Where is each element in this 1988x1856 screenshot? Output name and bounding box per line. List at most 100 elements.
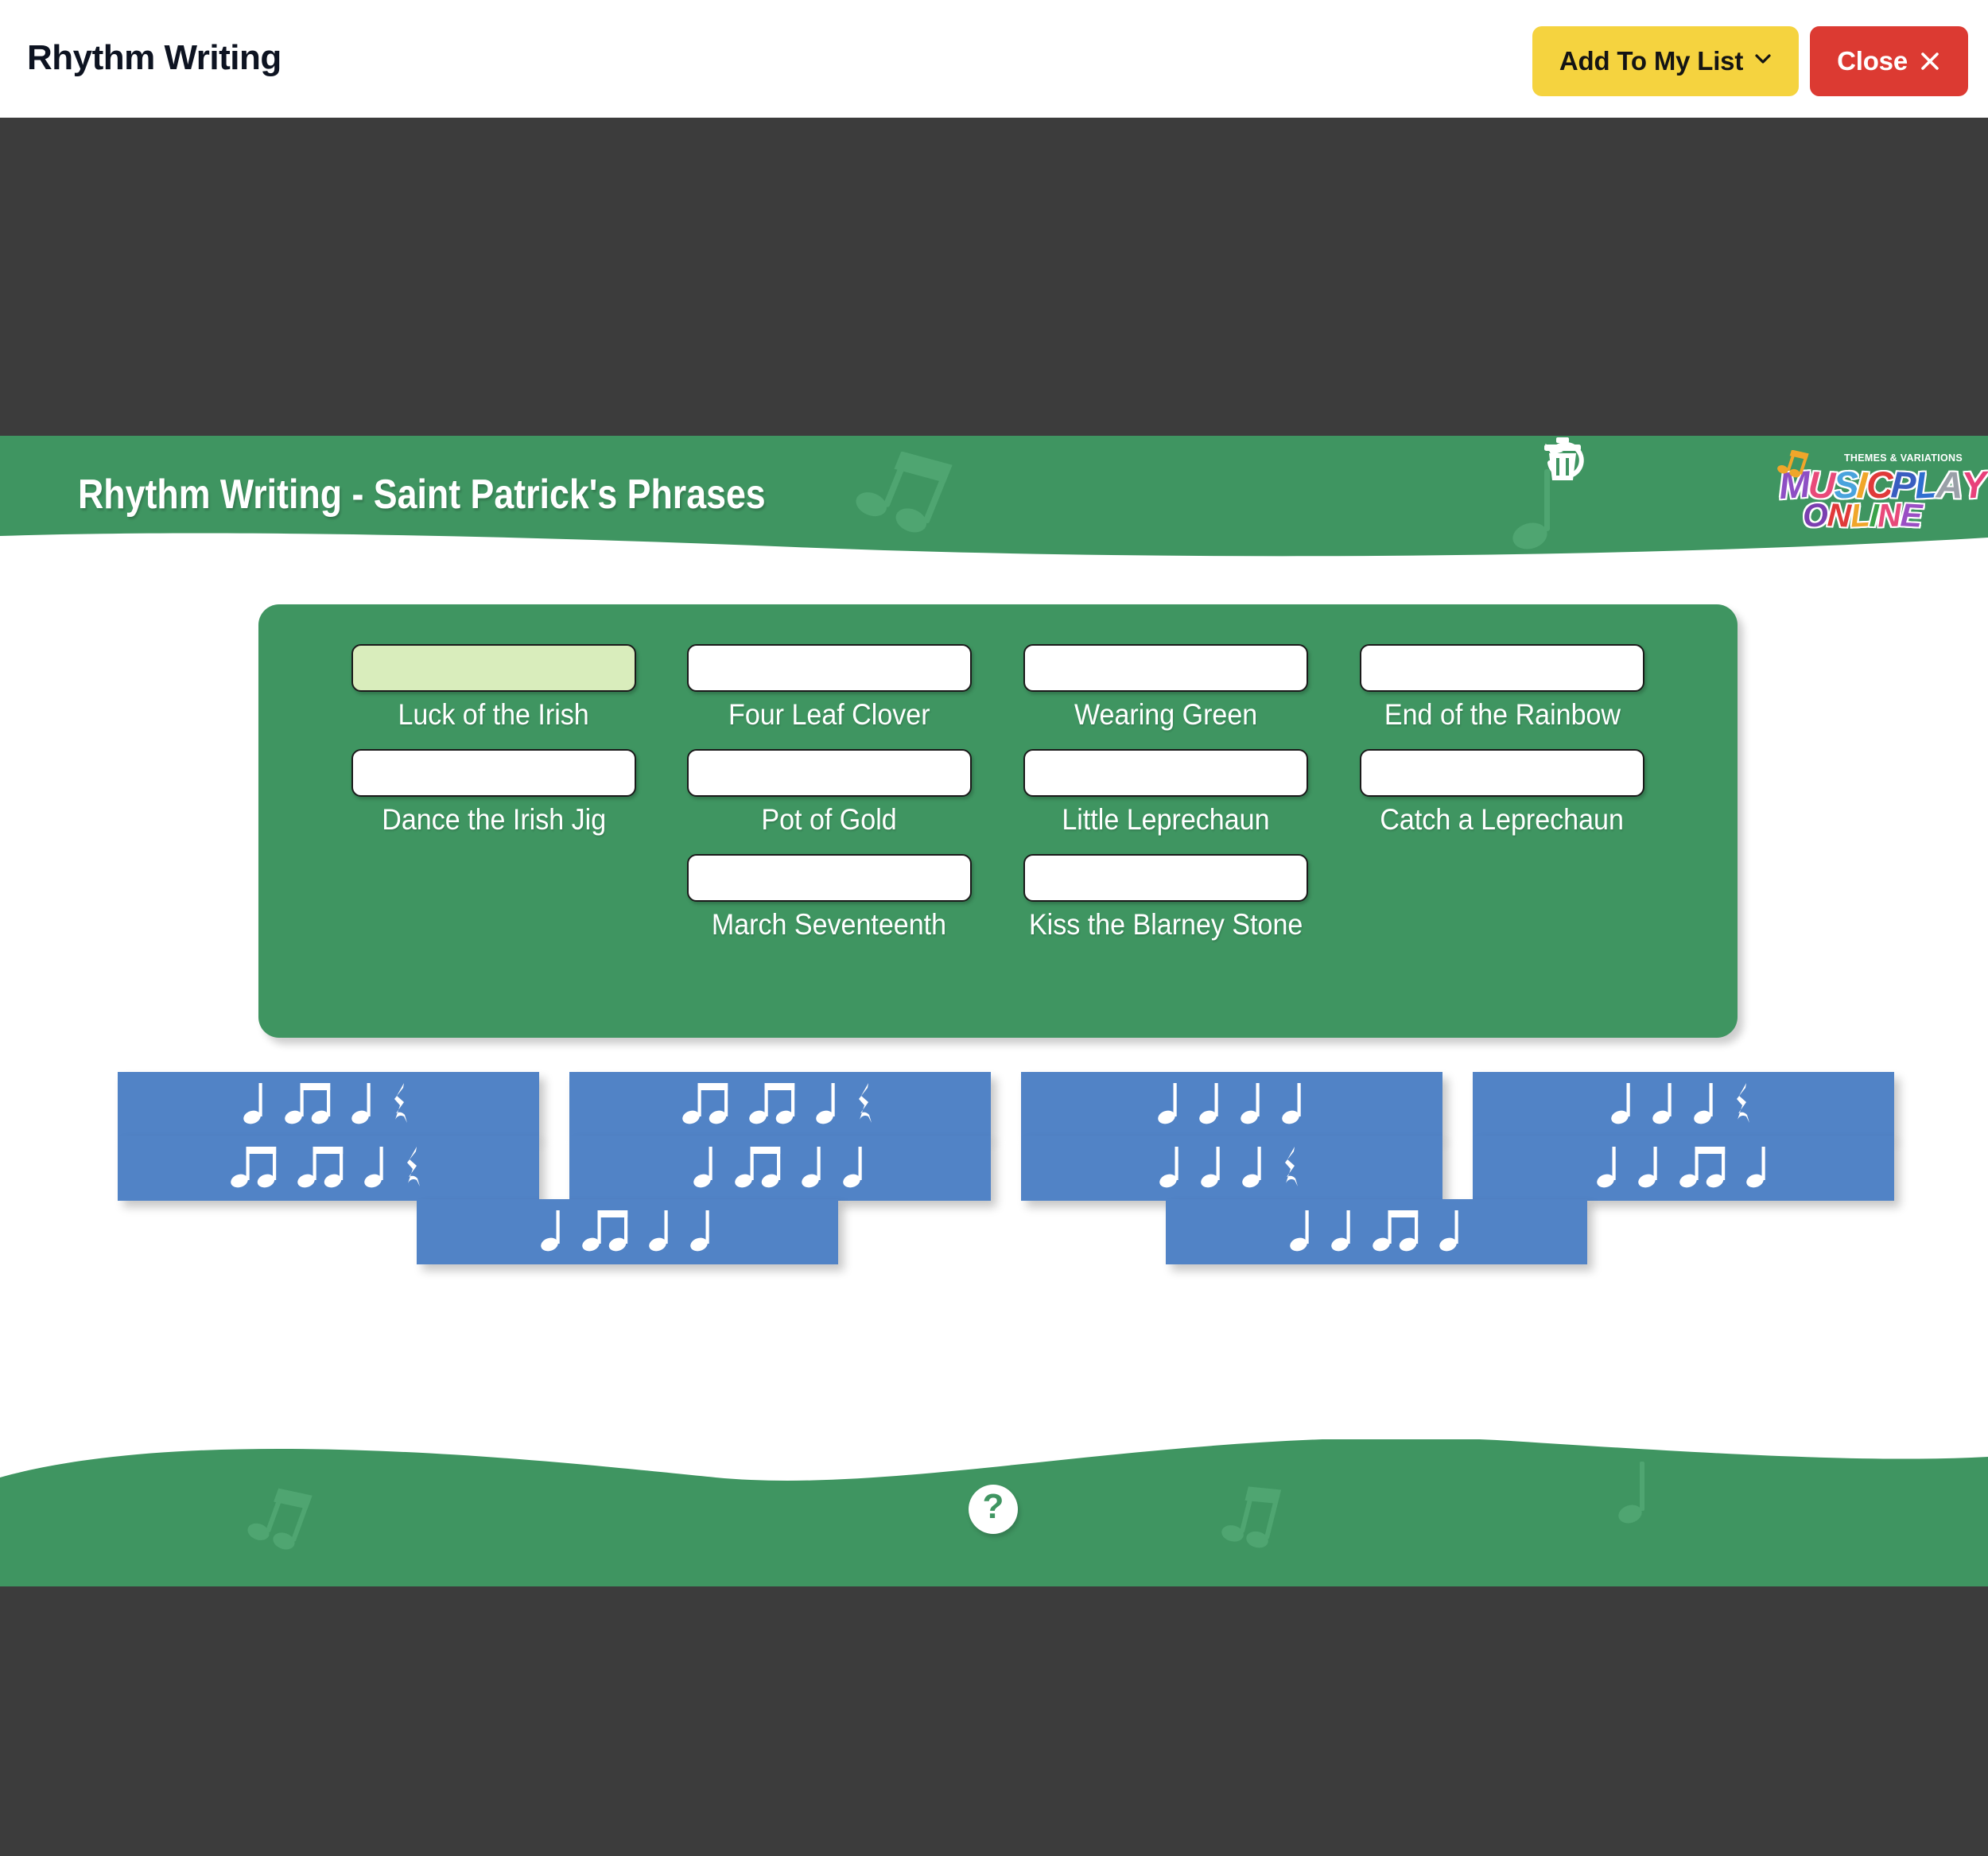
quarter-note-icon xyxy=(1282,1083,1301,1124)
rhythm-tile[interactable] xyxy=(417,1199,838,1264)
quarter-note-icon xyxy=(1159,1147,1178,1188)
rhythm-pattern xyxy=(541,1209,714,1255)
phrase-label: March Seventeenth xyxy=(712,908,947,941)
logo-note-icon xyxy=(1777,450,1809,478)
phrase-cell: Wearing Green xyxy=(1017,644,1314,732)
phrase-cell: March Seventeenth xyxy=(681,854,977,942)
app-root: Rhythm Writing Add To My List Close Rhyt… xyxy=(0,0,1988,1856)
quarter-note-icon xyxy=(802,1147,821,1188)
quarter-note-icon xyxy=(1290,1210,1309,1252)
quarter-note-icon xyxy=(1331,1210,1350,1252)
quarter-note-icon xyxy=(1199,1083,1218,1124)
quarter-note-icon xyxy=(1694,1083,1713,1124)
beamed-eighth-notes-icon xyxy=(285,1083,331,1124)
phrase-answer-box[interactable] xyxy=(1023,854,1308,902)
rhythm-pattern xyxy=(1290,1209,1463,1255)
quarter-note-icon xyxy=(1638,1147,1657,1188)
rhythm-tile[interactable] xyxy=(1166,1199,1587,1264)
beamed-eighth-notes-icon xyxy=(297,1147,344,1188)
close-button[interactable]: Close xyxy=(1810,26,1968,96)
top-bar: Rhythm Writing Add To My List Close xyxy=(0,0,1988,118)
quarter-note-icon xyxy=(1439,1210,1458,1252)
phrase-answer-box[interactable] xyxy=(1360,749,1645,797)
dark-backdrop-bottom xyxy=(0,1586,1988,1856)
phrase-cell: Kiss the Blarney Stone xyxy=(1017,854,1314,942)
rhythm-pattern xyxy=(1597,1145,1770,1191)
quarter-rest-icon xyxy=(1737,1083,1749,1123)
phrase-label: Wearing Green xyxy=(1074,698,1258,731)
activity-stage: Rhythm Writing - Saint Patrick's Phrases xyxy=(0,436,1988,1586)
phrase-cell: Four Leaf Clover xyxy=(681,644,977,732)
delete-button[interactable] xyxy=(1544,437,1749,534)
quarter-note-icon xyxy=(816,1083,835,1124)
phrase-cell: End of the Rainbow xyxy=(1354,644,1650,732)
quarter-note-icon xyxy=(1201,1147,1220,1188)
phrase-answer-box[interactable] xyxy=(1023,749,1308,797)
phrase-answer-box[interactable] xyxy=(1023,644,1308,692)
phrase-answer-box[interactable] xyxy=(1360,644,1645,692)
dark-backdrop-top xyxy=(0,118,1988,436)
rhythm-tile[interactable] xyxy=(1473,1072,1894,1137)
quarter-note-icon xyxy=(364,1147,383,1188)
quarter-note-icon xyxy=(1746,1147,1765,1188)
rhythm-tile[interactable] xyxy=(1021,1136,1442,1201)
activity-title: Rhythm Writing - Saint Patrick's Phrases xyxy=(78,472,766,518)
trash-icon xyxy=(1544,437,1581,480)
rhythm-pattern xyxy=(1158,1081,1306,1128)
rhythm-tile[interactable] xyxy=(569,1136,991,1201)
rhythm-tile[interactable] xyxy=(1473,1136,1894,1201)
close-icon xyxy=(1919,50,1941,72)
phrase-answer-box[interactable] xyxy=(686,644,972,692)
phrase-grid: Luck of the Irish Four Leaf Clover Weari… xyxy=(346,644,1650,942)
close-label: Close xyxy=(1837,46,1908,76)
musicplay-online-logo: THEMES & VARIATIONS MUSICPLAY ONLINE xyxy=(1777,450,1986,539)
rhythm-tile[interactable] xyxy=(118,1072,539,1137)
rhythm-tile[interactable] xyxy=(1021,1072,1442,1137)
phrase-cell: Luck of the Irish xyxy=(346,644,642,732)
add-to-my-list-label: Add To My List xyxy=(1559,46,1744,76)
phrase-panel: Luck of the Irish Four Leaf Clover Weari… xyxy=(258,604,1738,1038)
phrase-answer-box[interactable] xyxy=(686,854,972,902)
rhythm-tile[interactable] xyxy=(569,1072,991,1137)
beamed-eighth-notes-icon xyxy=(231,1147,277,1188)
beamed-eighth-notes-icon xyxy=(1679,1147,1726,1188)
phrase-answer-box[interactable] xyxy=(351,749,636,797)
rhythm-tile-tray xyxy=(0,1072,1988,1390)
phrase-answer-box[interactable] xyxy=(351,644,636,692)
rhythm-tile[interactable] xyxy=(118,1136,539,1201)
phrase-label: Little Leprechaun xyxy=(1062,803,1270,836)
activity-footer: ? xyxy=(0,1439,1988,1586)
quarter-note-icon xyxy=(690,1210,709,1252)
question-mark-icon: ? xyxy=(982,1487,1004,1526)
quarter-rest-icon xyxy=(1285,1147,1298,1186)
rhythm-pattern xyxy=(693,1145,867,1191)
rhythm-pattern xyxy=(1611,1081,1756,1128)
quarter-note-icon xyxy=(1597,1147,1616,1188)
beamed-eighth-notes-icon xyxy=(749,1083,795,1124)
rhythm-tile-row xyxy=(118,1136,1988,1201)
quarter-rest-icon xyxy=(859,1083,872,1123)
help-button[interactable]: ? xyxy=(969,1485,1018,1534)
activity-header: Rhythm Writing - Saint Patrick's Phrases xyxy=(0,436,1988,563)
add-to-my-list-button[interactable]: Add To My List xyxy=(1532,26,1800,96)
phrase-cell-empty xyxy=(1354,854,1650,942)
page-title: Rhythm Writing xyxy=(27,38,282,77)
phrase-cell: Dance the Irish Jig xyxy=(346,749,642,837)
quarter-note-icon xyxy=(843,1147,862,1188)
quarter-note-icon xyxy=(1652,1083,1672,1124)
phrase-answer-box[interactable] xyxy=(686,749,972,797)
rhythm-tile-row xyxy=(118,1072,1988,1137)
quarter-note-icon xyxy=(1242,1147,1261,1188)
quarter-note-icon xyxy=(1158,1083,1177,1124)
rhythm-pattern xyxy=(243,1081,414,1128)
beamed-eighth-notes-icon xyxy=(682,1083,728,1124)
rhythm-tile-row xyxy=(417,1199,1988,1264)
quarter-note-icon xyxy=(649,1210,668,1252)
quarter-note-icon xyxy=(351,1083,371,1124)
quarter-note-icon xyxy=(1241,1083,1260,1124)
rhythm-pattern xyxy=(1159,1145,1304,1191)
beamed-eighth-notes-icon xyxy=(1373,1210,1419,1252)
activity-tools xyxy=(1541,436,1749,555)
phrase-label: Pot of Gold xyxy=(761,803,897,836)
chevron-down-icon xyxy=(1754,50,1772,68)
